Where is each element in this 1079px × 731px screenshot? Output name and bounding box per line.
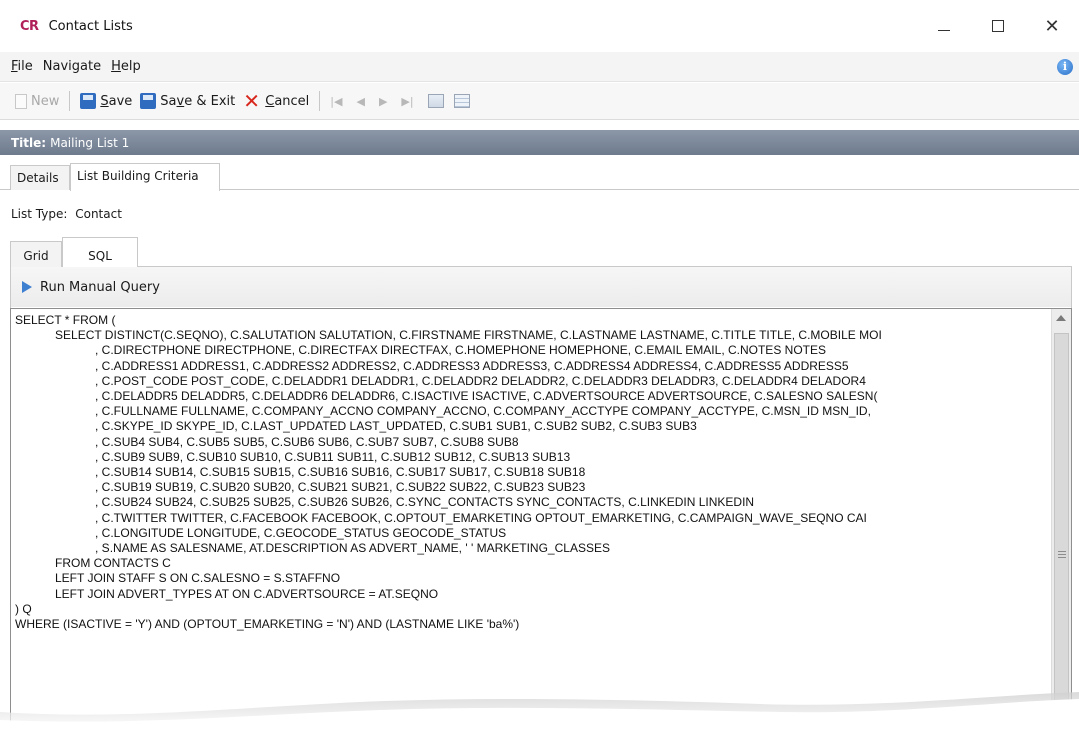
play-icon: [22, 281, 32, 293]
sql-line: SELECT * FROM (: [15, 313, 116, 327]
sql-line: , C.SUB24 SUB24, C.SUB25 SUB25, C.SUB26 …: [15, 495, 755, 510]
save-exit-button[interactable]: Save & Exit: [140, 93, 235, 109]
tab-sql[interactable]: SQL: [62, 237, 138, 268]
sql-line: , C.TWITTER TWITTER, C.FACEBOOK FACEBOOK…: [15, 510, 867, 525]
sql-line: , C.SUB4 SUB4, C.SUB5 SUB5, C.SUB6 SUB6,…: [15, 434, 519, 449]
record-title-band: Title: Mailing List 1: [0, 130, 1079, 155]
sql-line: , C.ADDRESS1 ADDRESS1, C.ADDRESS2 ADDRES…: [15, 358, 849, 373]
sql-line: , C.SUB14 SUB14, C.SUB15 SUB15, C.SUB16 …: [15, 465, 586, 480]
maximize-button[interactable]: [971, 0, 1025, 52]
sql-line: , C.SUB9 SUB9, C.SUB10 SUB10, C.SUB11 SU…: [15, 449, 571, 464]
cancel-button[interactable]: ✕ Cancel: [243, 89, 309, 113]
outer-tab-strip: Details List Building Criteria: [0, 163, 1079, 191]
save-exit-button-label: Save & Exit: [160, 94, 235, 109]
app-logo: CR: [20, 18, 39, 34]
save-button[interactable]: Save: [80, 93, 132, 109]
scroll-up-arrow-icon[interactable]: [1056, 315, 1066, 321]
sql-line: , C.DELADDR5 DELADDR5, C.DELADDR6 DELADD…: [15, 389, 878, 404]
close-button[interactable]: ✕: [1025, 0, 1079, 52]
sql-line: LEFT JOIN STAFF S ON C.SALESNO = S.STAFF…: [15, 571, 341, 586]
last-record-icon[interactable]: ▶|: [401, 95, 413, 108]
toolbar: New Save Save & Exit ✕ Cancel |◀ ◀ ▶ ▶|: [0, 83, 1079, 120]
sql-line: FROM CONTACTS C: [15, 556, 171, 571]
window-controls: ✕: [917, 0, 1079, 52]
sql-line: , C.SUB19 SUB19, C.SUB20 SUB20, C.SUB21 …: [15, 480, 586, 495]
toolbar-separator: [319, 91, 321, 111]
list-type-label: List Type:: [11, 207, 68, 221]
scrollbar-thumb[interactable]: [1054, 333, 1069, 703]
list-view-icon[interactable]: [453, 94, 470, 108]
cancel-mnemonic: C: [265, 93, 275, 109]
sql-line: , C.POST_CODE POST_CODE, C.DELADDR1 DELA…: [15, 373, 866, 388]
new-button-label: New: [31, 93, 60, 109]
menu-help-label: elp: [120, 59, 141, 74]
menu-help[interactable]: Help: [111, 59, 141, 74]
minimize-icon: [938, 29, 950, 31]
sql-editor[interactable]: SELECT * FROM ( SELECT DISTINCT(C.SEQNO)…: [10, 308, 1072, 731]
save-exit-icon: [140, 93, 157, 109]
menu-file[interactable]: File: [11, 59, 33, 74]
save-label-rest: ave: [108, 93, 133, 109]
scrollbar-grip-icon: [1058, 551, 1066, 558]
vertical-scrollbar[interactable]: [1051, 309, 1071, 730]
tab-details[interactable]: Details: [10, 165, 70, 190]
menu-file-label: ile: [17, 59, 33, 74]
run-manual-query-button[interactable]: Run Manual Query: [11, 267, 1071, 307]
record-title-label: Title:: [11, 135, 47, 150]
new-document-icon: [15, 93, 27, 109]
save-exit-label-pre: Sa: [160, 93, 177, 109]
toolbar-separator: [69, 91, 71, 111]
menu-navigate[interactable]: Navigate: [43, 59, 101, 74]
inner-tab-strip: Grid SQL: [10, 237, 1072, 268]
window-titlebar: CR Contact Lists ✕: [0, 0, 1079, 52]
previous-record-icon[interactable]: ◀: [356, 95, 364, 108]
menu-help-mnemonic: H: [111, 59, 121, 74]
grid-view-icon[interactable]: [427, 94, 444, 108]
save-exit-label-rest: e & Exit: [184, 93, 236, 109]
cancel-button-label: Cancel: [265, 94, 309, 109]
sql-line: LEFT JOIN ADVERT_TYPES AT ON C.ADVERTSOU…: [15, 586, 439, 601]
save-button-label: Save: [100, 94, 132, 109]
list-type: List Type: Contact: [11, 207, 122, 221]
sql-line: , S.NAME AS SALESNAME, AT.DESCRIPTION AS…: [15, 541, 610, 556]
cancel-label-rest: ancel: [274, 93, 310, 109]
sql-line: ) Q: [15, 601, 32, 616]
list-type-value: Contact: [75, 207, 122, 221]
run-manual-query-label: Run Manual Query: [40, 279, 160, 295]
sql-line: WHERE (ISACTIVE = 'Y') AND (OPTOUT_EMARK…: [15, 617, 520, 632]
sql-line: , C.DIRECTPHONE DIRECTPHONE, C.DIRECTFAX…: [15, 343, 826, 358]
menu-bar: File Navigate Help i: [0, 52, 1079, 82]
sql-line: , C.LONGITUDE LONGITUDE, C.GEOCODE_STATU…: [15, 525, 507, 540]
tab-grid[interactable]: Grid: [10, 241, 62, 267]
first-record-icon[interactable]: |◀: [330, 95, 342, 108]
sql-query-text[interactable]: SELECT * FROM ( SELECT DISTINCT(C.SEQNO)…: [15, 313, 1035, 632]
record-title-value: Mailing List 1: [50, 135, 130, 150]
window-title: Contact Lists: [48, 18, 133, 34]
tab-list-building-criteria[interactable]: List Building Criteria: [70, 163, 220, 191]
maximize-icon: [992, 20, 1004, 32]
minimize-button[interactable]: [917, 0, 971, 52]
save-mnemonic: S: [100, 93, 109, 109]
next-record-icon[interactable]: ▶: [379, 95, 387, 108]
new-button[interactable]: New: [15, 93, 60, 109]
info-icon[interactable]: i: [1057, 59, 1073, 75]
sql-line: SELECT DISTINCT(C.SEQNO), C.SALUTATION S…: [15, 328, 882, 343]
cancel-icon: ✕: [243, 89, 261, 113]
save-icon: [80, 93, 97, 109]
sql-line: , C.SKYPE_ID SKYPE_ID, C.LAST_UPDATED LA…: [15, 419, 697, 434]
sql-line: , C.FULLNAME FULLNAME, C.COMPANY_ACCNO C…: [15, 404, 871, 419]
